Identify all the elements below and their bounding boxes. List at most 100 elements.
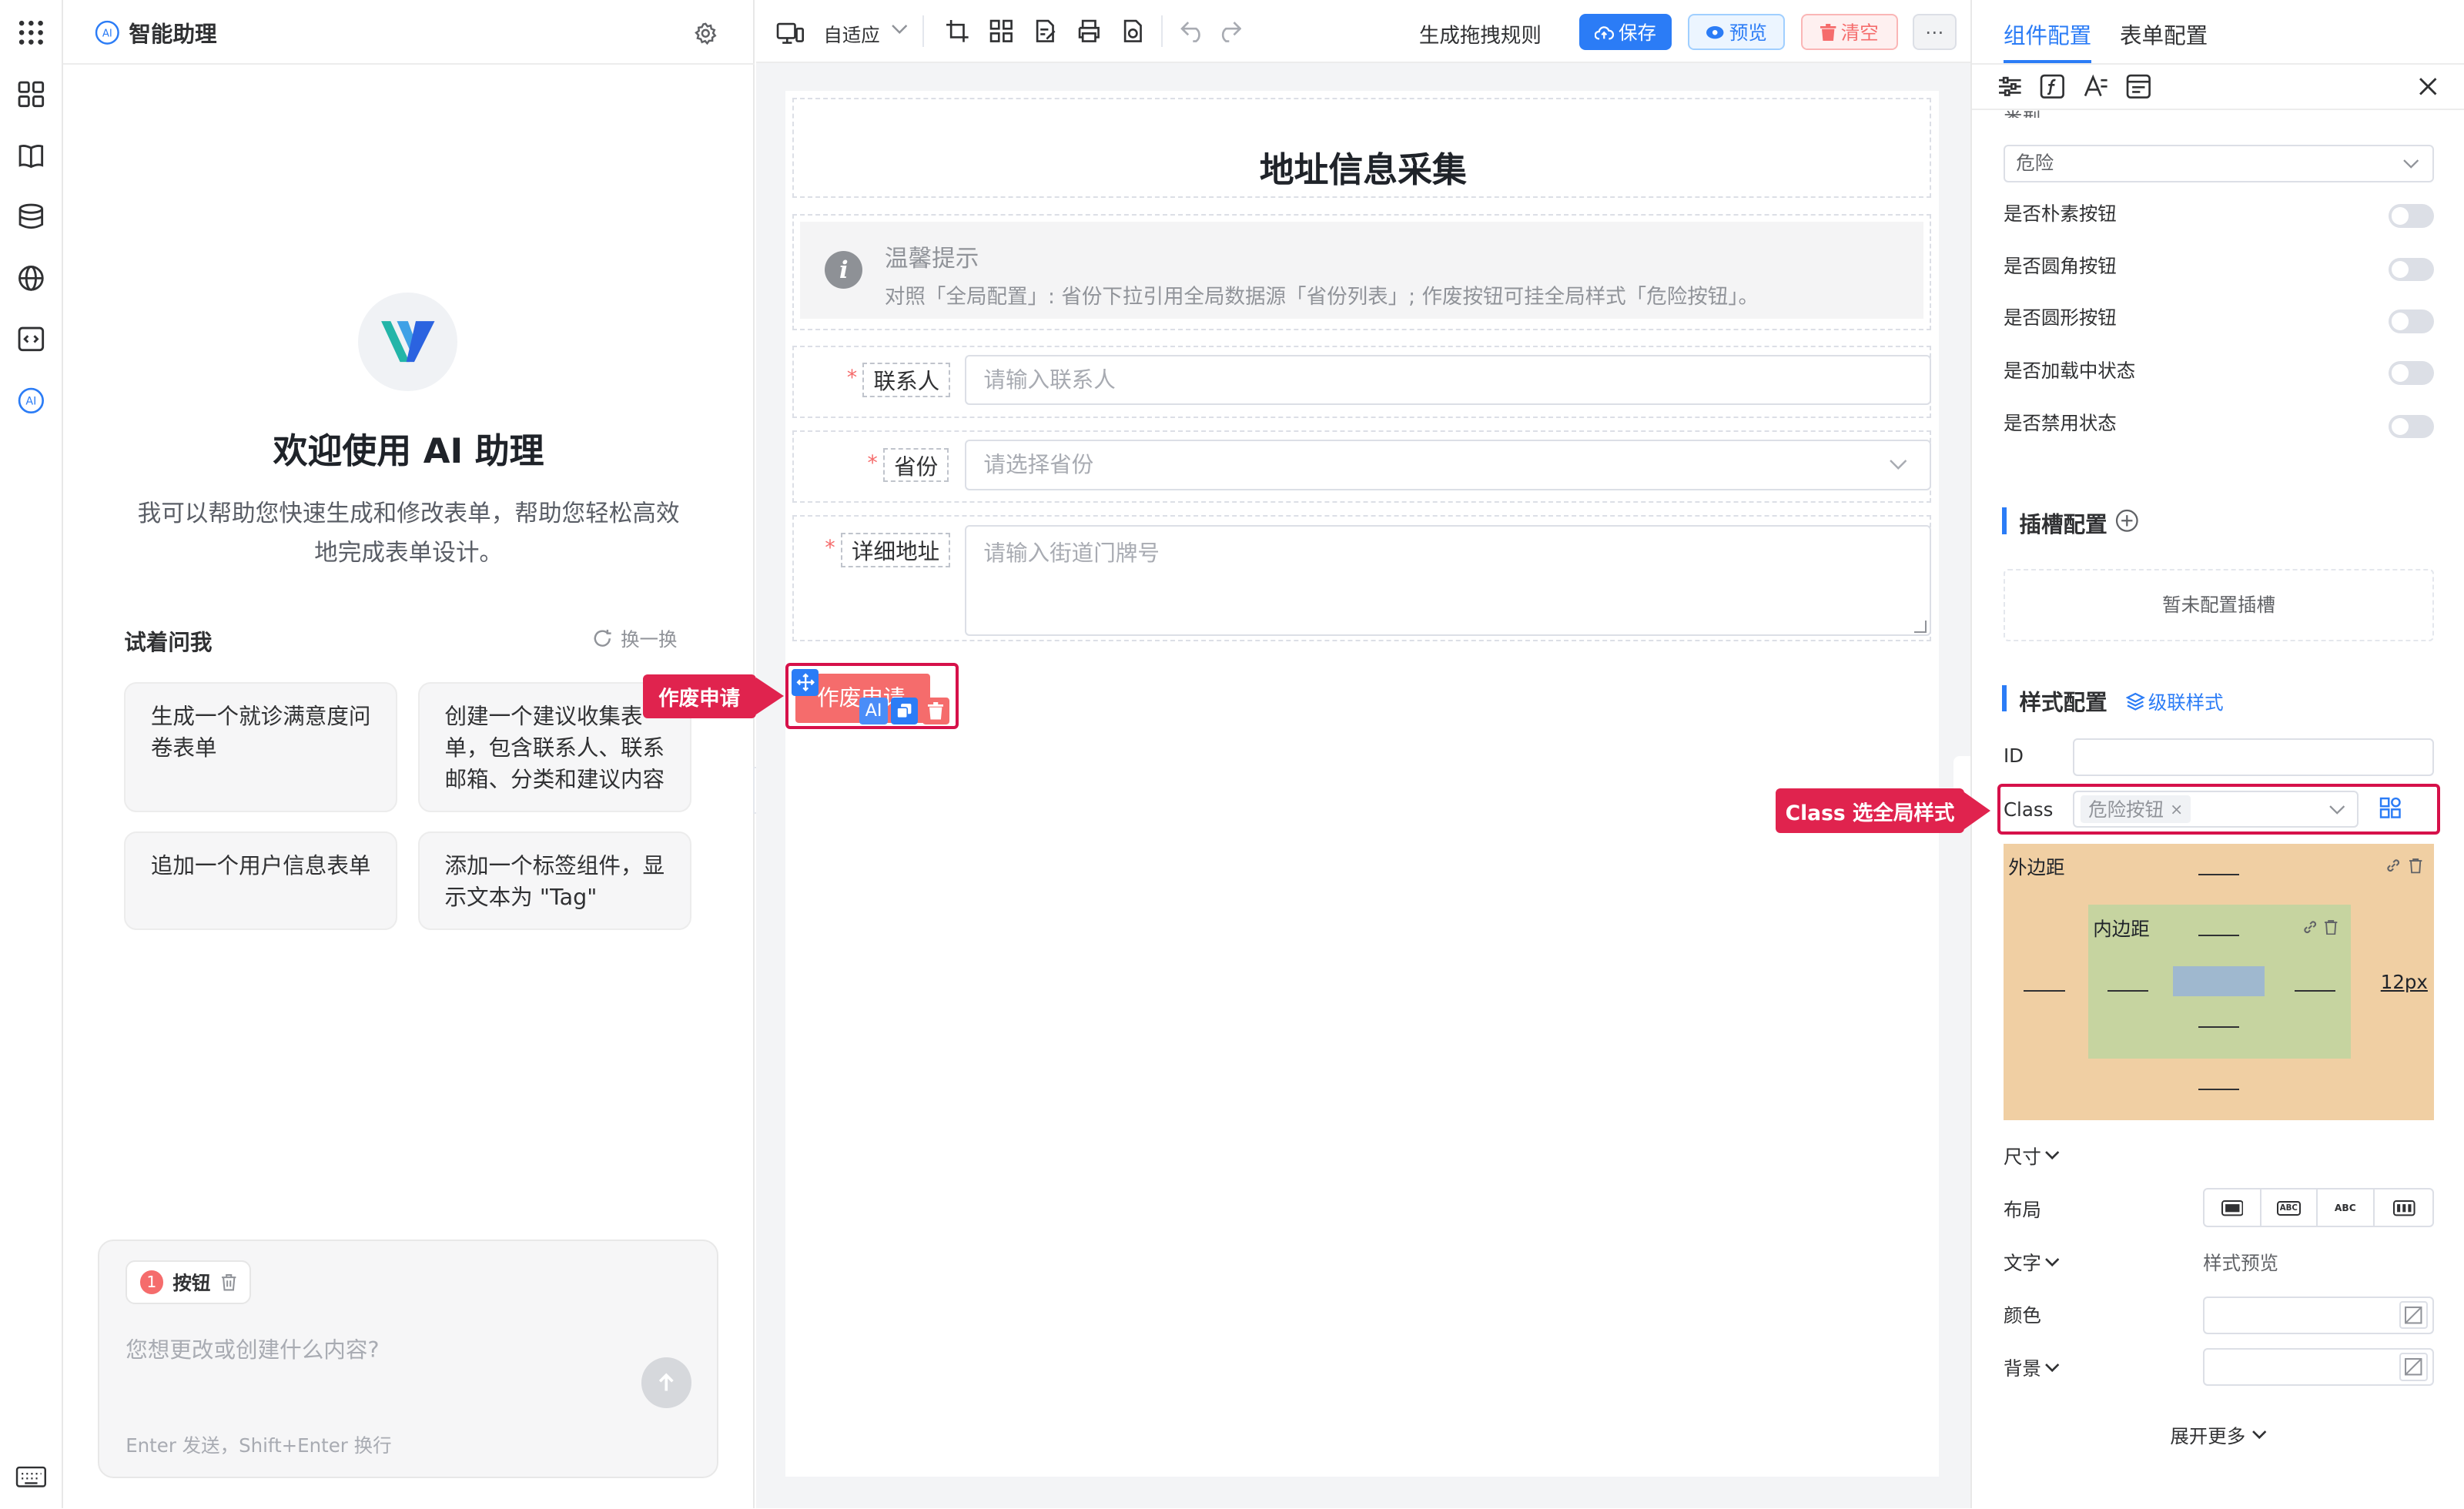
- layout-inline-block-icon[interactable]: ABC: [2261, 1189, 2318, 1226]
- preview-button[interactable]: 预览: [1687, 14, 1786, 51]
- grid-icon[interactable]: [989, 18, 1014, 44]
- expand-more-button[interactable]: 展开更多: [1972, 1422, 2464, 1449]
- redo-icon[interactable]: [1217, 21, 1242, 43]
- form-title-block[interactable]: 地址信息采集: [792, 97, 1932, 199]
- globe-icon[interactable]: [14, 261, 49, 296]
- edit-doc-icon[interactable]: [1033, 18, 1058, 44]
- plain-button-toggle[interactable]: [2388, 204, 2435, 228]
- suggestion-card[interactable]: 添加一个标签组件，显示文本为 "Tag": [417, 831, 691, 931]
- ai-assistant-icon[interactable]: AI: [14, 383, 49, 418]
- trash-icon[interactable]: [2324, 919, 2338, 935]
- loading-toggle[interactable]: [2388, 361, 2435, 385]
- components-icon[interactable]: [14, 77, 49, 112]
- suggestion-card[interactable]: 生成一个就诊满意度问卷表单: [124, 681, 398, 813]
- layout-flex-icon[interactable]: [2376, 1189, 2432, 1226]
- tab-form-config[interactable]: 表单配置: [2120, 18, 2208, 50]
- props-sliders-icon[interactable]: [1997, 74, 2023, 99]
- code-icon[interactable]: [14, 322, 49, 356]
- color-label: 颜色: [2003, 1303, 2041, 1327]
- tag-close-icon[interactable]: ×: [2170, 800, 2183, 818]
- layout-inline-icon[interactable]: ABC: [2318, 1189, 2375, 1226]
- background-input[interactable]: [2203, 1348, 2435, 1386]
- export-icon[interactable]: [1120, 18, 1146, 44]
- alert-block[interactable]: i 温馨提示 对照「全局配置」: 省份下拉引用全局数据源「省份列表」; 作废按钮…: [792, 213, 1932, 330]
- layers-icon: [2126, 692, 2145, 711]
- background-toggle[interactable]: 背景: [2004, 1354, 2060, 1381]
- color-picker-icon[interactable]: [2399, 1353, 2428, 1381]
- margin-left-value[interactable]: [2024, 989, 2065, 992]
- save-button[interactable]: 保存: [1578, 14, 1672, 51]
- delete-icon[interactable]: [922, 698, 949, 724]
- database-icon[interactable]: [14, 199, 49, 234]
- link-icon[interactable]: [2385, 858, 2401, 873]
- id-input[interactable]: [2072, 738, 2435, 777]
- padding-bottom-value[interactable]: [2198, 1026, 2240, 1028]
- context-chip[interactable]: 1 按钮: [126, 1260, 252, 1304]
- tab-component-config[interactable]: 组件配置: [2004, 18, 2091, 50]
- trash-icon[interactable]: [2409, 858, 2422, 874]
- province-select[interactable]: 请选择省份: [964, 440, 1932, 490]
- toggle-label: 是否圆角按钮: [2003, 254, 2117, 277]
- circle-button-toggle[interactable]: [2388, 309, 2435, 333]
- clear-button[interactable]: 清空: [1800, 14, 1899, 51]
- round-button-toggle[interactable]: [2388, 257, 2435, 282]
- type-select[interactable]: 危险: [2003, 144, 2435, 182]
- selected-component-frame[interactable]: 作废申请 AI: [785, 663, 959, 729]
- padding-left-value[interactable]: [2107, 989, 2148, 992]
- margin-top-value[interactable]: [2198, 873, 2240, 875]
- book-icon[interactable]: [14, 139, 49, 173]
- undo-icon[interactable]: [1180, 21, 1206, 43]
- margin-bottom-value[interactable]: [2198, 1089, 2240, 1091]
- cloud-upload-icon: [1595, 25, 1614, 40]
- copy-icon[interactable]: [891, 698, 918, 724]
- resize-handle-icon[interactable]: [1913, 621, 1927, 634]
- cascade-style-link[interactable]: 级联样式: [2126, 688, 2224, 715]
- color-picker-icon[interactable]: [2399, 1300, 2428, 1330]
- close-icon[interactable]: [2417, 75, 2439, 98]
- chip-trash-icon[interactable]: [220, 1273, 237, 1291]
- send-button[interactable]: [641, 1357, 691, 1408]
- ai-edit-tag[interactable]: AI: [859, 698, 888, 724]
- layout-segmented: ABC ABC: [2203, 1187, 2435, 1227]
- adapt-select[interactable]: 自适应: [823, 21, 879, 48]
- text-toggle[interactable]: 文字: [2004, 1249, 2060, 1276]
- device-icon[interactable]: [775, 17, 806, 49]
- form-item-province[interactable]: * 省份 请选择省份: [792, 430, 1932, 504]
- size-toggle[interactable]: 尺寸: [2004, 1143, 2060, 1169]
- text-style-icon[interactable]: [2084, 74, 2109, 99]
- contact-input[interactable]: 请输入联系人: [964, 355, 1932, 406]
- class-select[interactable]: 危险按钮 ×: [2072, 790, 2359, 828]
- style-picker-icon[interactable]: [2379, 797, 2402, 819]
- color-input[interactable]: [2203, 1296, 2435, 1334]
- address-textarea[interactable]: 请输入街道门牌号: [964, 524, 1932, 637]
- input-hint: Enter 发送，Shift+Enter 换行: [126, 1434, 392, 1457]
- toggle-label: 是否圆形按钮: [2003, 306, 2117, 329]
- settings-gear-icon[interactable]: [691, 18, 720, 47]
- section-marker: [2001, 684, 2007, 712]
- chat-input[interactable]: 您想更改或创建什么内容?: [126, 1333, 379, 1364]
- keyboard-icon[interactable]: [14, 1461, 49, 1493]
- layout-panel-icon[interactable]: [2126, 74, 2151, 99]
- alert-title: 温馨提示: [884, 246, 979, 273]
- add-slot-icon[interactable]: [2115, 509, 2139, 533]
- suggestion-card[interactable]: 追加一个用户信息表单: [124, 831, 398, 931]
- apps-grid-icon[interactable]: [14, 15, 49, 50]
- expand-more-label: 展开更多: [2170, 1424, 2246, 1447]
- form-item-address[interactable]: * 详细地址 请输入街道门牌号: [792, 515, 1932, 641]
- layout-block-icon[interactable]: [2205, 1189, 2261, 1226]
- crop-icon[interactable]: [945, 18, 970, 44]
- padding-top-value[interactable]: [2198, 935, 2240, 937]
- refresh-suggestions-button[interactable]: 换一换: [592, 625, 677, 652]
- form-item-contact[interactable]: * 联系人 请输入联系人: [792, 345, 1932, 418]
- margin-right-value[interactable]: 12px: [2381, 971, 2428, 993]
- print-icon[interactable]: [1076, 18, 1102, 44]
- link-icon[interactable]: [2302, 919, 2318, 935]
- drag-move-icon[interactable]: [792, 669, 819, 696]
- generate-rules-button[interactable]: 生成拖拽规则: [1419, 18, 1542, 49]
- padding-right-value[interactable]: [2294, 989, 2335, 992]
- margin-box: 外边距 12px 内边距: [2003, 843, 2435, 1121]
- disabled-toggle[interactable]: [2388, 414, 2435, 439]
- field-label: 联系人: [862, 363, 951, 398]
- more-icon[interactable]: ⋯: [1912, 14, 1957, 51]
- function-icon[interactable]: [2040, 74, 2065, 99]
